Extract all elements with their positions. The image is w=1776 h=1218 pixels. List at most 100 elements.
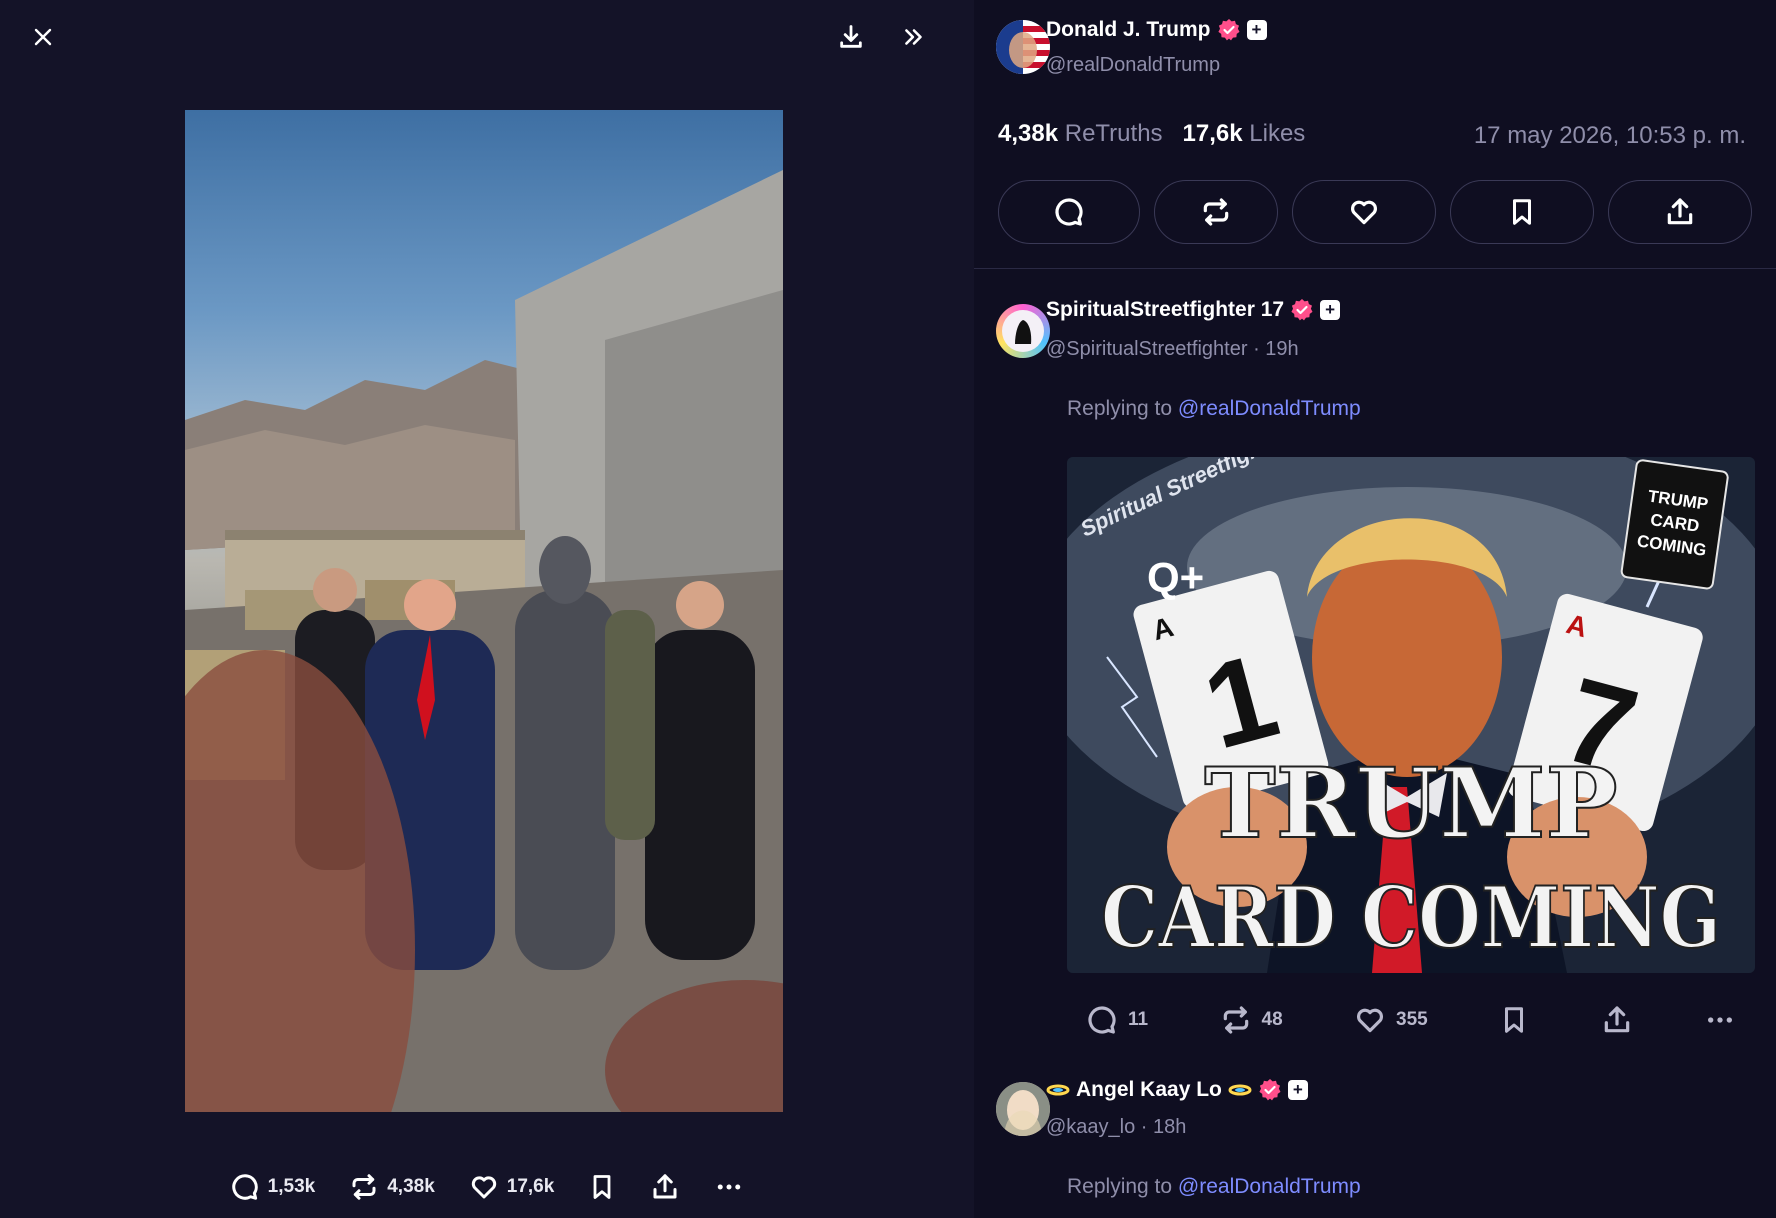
reply-bookmark-button[interactable]	[1499, 1004, 1529, 1036]
likes-stat[interactable]: 17,6k	[469, 1172, 555, 1202]
halo-emoji-icon	[1046, 1084, 1070, 1096]
likes-count: 17,6k	[1182, 120, 1243, 147]
likes-count: 17,6k	[506, 1176, 555, 1197]
reply-comments-count: 11	[1128, 1009, 1149, 1030]
reply-author-avatar[interactable]	[996, 304, 1050, 358]
heart-icon	[1351, 200, 1377, 225]
retruths-count: 4,38k	[387, 1176, 435, 1197]
reply-author-handle[interactable]: @SpiritualStreetfighter	[1046, 338, 1248, 360]
plus-badge-icon: +	[1320, 300, 1341, 320]
author-name-row: Donald J. Trump +	[1046, 18, 1267, 42]
reply-author-name[interactable]: SpiritualStreetfighter 17	[1046, 298, 1284, 322]
avatar-image	[996, 20, 1050, 74]
media-illustration	[185, 170, 783, 1112]
reply-author-handle[interactable]: @kaay_lo	[1046, 1116, 1135, 1138]
reply-author-handle-row: @kaay_lo · 18h	[1046, 1116, 1186, 1139]
headline-line-1: TRUMP	[1204, 747, 1617, 860]
share-icon	[653, 1174, 677, 1199]
retruths-stat[interactable]: 4,38k	[349, 1172, 435, 1202]
likes-stat[interactable]: 17,6k Likes	[1183, 120, 1306, 148]
post-stats: 4,38k ReTruths 17,6k Likes	[998, 120, 1305, 148]
likes-label: Likes	[1242, 120, 1306, 147]
bookmark-icon	[1513, 199, 1531, 225]
divider	[974, 268, 1776, 269]
comment-icon	[231, 1174, 258, 1200]
bookmark-icon	[593, 1175, 611, 1199]
reply-author-avatar[interactable]	[996, 1082, 1050, 1136]
headline-line-2: CARD COMING	[1101, 868, 1721, 967]
retruth-button[interactable]	[1154, 180, 1278, 244]
retruths-stat[interactable]: 4,38k ReTruths	[998, 120, 1163, 148]
plus-badge-icon: +	[1246, 20, 1267, 40]
reply-time: · 18h	[1135, 1116, 1187, 1138]
bookmark-icon	[1505, 1007, 1524, 1033]
more-options-button[interactable]	[714, 1172, 744, 1202]
like-button[interactable]	[1292, 180, 1436, 244]
author-handle[interactable]: @realDonaldTrump	[1046, 54, 1220, 77]
share-icon	[1667, 198, 1693, 225]
comment-icon	[1055, 198, 1083, 226]
retruth-icon	[352, 1174, 376, 1200]
post-action-bar	[998, 180, 1752, 244]
post-media-image[interactable]	[185, 110, 783, 1112]
reply-author-handle-row: @SpiritualStreetfighter · 19h	[1046, 338, 1299, 361]
share-button[interactable]	[1608, 180, 1752, 244]
replying-to: Replying to @realDonaldTrump	[1067, 1175, 1361, 1199]
heart-icon	[1357, 1008, 1384, 1033]
reply-likes-count: 355	[1396, 1009, 1428, 1030]
replies-count: 1,53k	[267, 1176, 316, 1197]
reply-retruth-button[interactable]: 48	[1220, 1004, 1283, 1036]
chevron-double-right-icon	[905, 29, 922, 45]
reply-button[interactable]	[998, 180, 1140, 244]
replying-to-label: Replying to	[1067, 1175, 1178, 1198]
q-plus-text: Q+	[1147, 554, 1204, 601]
avatar-image	[1002, 310, 1044, 352]
reply-author-name-row: SpiritualStreetfighter 17 +	[1046, 298, 1341, 322]
share-button[interactable]	[650, 1172, 680, 1202]
post-timestamp: 17 may 2026, 10:53 p. m.	[1473, 122, 1746, 149]
retruths-count: 4,38k	[998, 120, 1059, 147]
media-action-bar: 1,53k 4,38k 17,6k	[0, 1170, 974, 1204]
share-icon	[1604, 1006, 1629, 1033]
avatar-image	[996, 1082, 1050, 1136]
reply-author-name-row: Angel Kaay Lo +	[1046, 1078, 1308, 1102]
replying-to: Replying to @realDonaldTrump	[1067, 397, 1361, 421]
media-viewer: 1,53k 4,38k 17,6k	[0, 0, 974, 1218]
author-avatar[interactable]	[996, 20, 1050, 74]
replies-stat[interactable]: 1,53k	[230, 1172, 316, 1202]
comment-icon	[1088, 1006, 1116, 1034]
plus-badge-icon: +	[1287, 1080, 1308, 1100]
bookmark-button[interactable]	[588, 1172, 616, 1202]
retruths-label: ReTruths	[1058, 120, 1163, 147]
reply-comment-button[interactable]: 11	[1086, 1004, 1148, 1036]
more-icon	[1707, 1017, 1732, 1023]
reply-retruths-count: 48	[1261, 1009, 1283, 1030]
reply-share-button[interactable]	[1601, 1004, 1633, 1036]
author-name[interactable]: Donald J. Trump	[1046, 18, 1211, 42]
replying-to-label: Replying to	[1067, 397, 1178, 420]
reply-more-button[interactable]	[1704, 1004, 1736, 1036]
download-button[interactable]	[831, 17, 871, 57]
close-button[interactable]	[23, 17, 63, 57]
replying-to-link[interactable]: @realDonaldTrump	[1178, 397, 1361, 420]
reply-action-bar: 11 48 355	[1086, 1004, 1736, 1036]
post-detail-panel: Donald J. Trump + @realDonaldTrump 4,38k…	[974, 0, 1776, 1218]
expand-panel-button[interactable]	[894, 17, 934, 57]
verified-badge-icon	[1291, 299, 1313, 321]
reply-media-illustration: A 1 A 7 Spiritual Streetfighter Q+ TRUMP…	[1067, 457, 1755, 973]
retruth-icon	[1203, 198, 1229, 226]
replying-to-link[interactable]: @realDonaldTrump	[1178, 1175, 1361, 1198]
download-icon	[840, 25, 862, 48]
verified-badge-icon	[1259, 1079, 1281, 1101]
close-icon	[34, 28, 52, 46]
reply-author-name[interactable]: Angel Kaay Lo	[1076, 1078, 1222, 1102]
reply-like-button[interactable]: 355	[1354, 1004, 1428, 1036]
reply-time: · 19h	[1247, 338, 1299, 360]
retruth-icon	[1223, 1006, 1248, 1034]
heart-icon	[471, 1176, 496, 1199]
verified-badge-icon	[1217, 19, 1240, 41]
more-icon	[718, 1184, 741, 1190]
halo-emoji-icon	[1228, 1084, 1252, 1096]
reply-media-image[interactable]: A 1 A 7 Spiritual Streetfighter Q+ TRUMP…	[1067, 457, 1755, 973]
bookmark-button[interactable]	[1450, 180, 1594, 244]
